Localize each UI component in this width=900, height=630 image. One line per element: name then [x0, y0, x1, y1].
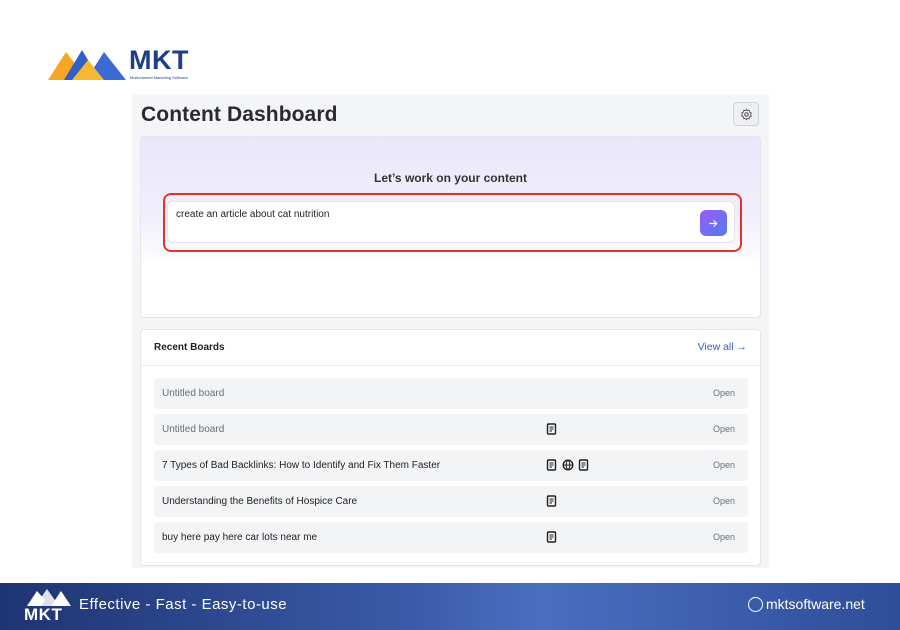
board-content-icons	[546, 495, 558, 507]
footer-wordmark: MKT	[24, 605, 63, 624]
prompt-input-container	[167, 201, 735, 243]
recent-boards-title: Recent Boards	[154, 342, 225, 353]
send-button[interactable]	[700, 210, 727, 236]
footer-slogan: Effective - Fast - Easy-to-use	[79, 596, 288, 613]
page-title: Content Dashboard	[141, 103, 338, 126]
brand-wordmark: MKT	[129, 45, 189, 75]
brand-tagline: Multichannel Marketing Software	[130, 75, 189, 80]
board-row[interactable]: Untitled board Open	[154, 378, 748, 409]
footer-website: mktsoftware.net	[748, 596, 865, 612]
board-content-icons	[546, 459, 590, 471]
open-board-button[interactable]: Open	[713, 460, 735, 470]
open-board-button[interactable]: Open	[713, 424, 735, 434]
footer-banner: MKT Effective - Fast - Easy-to-use mktso…	[0, 583, 900, 630]
prompt-panel: Let’s work on your content	[140, 136, 761, 318]
document-icon	[578, 459, 589, 471]
arrow-right-icon	[709, 219, 718, 227]
board-name: buy here pay here car lots near me	[162, 532, 318, 543]
gear-icon	[740, 108, 752, 120]
settings-button[interactable]	[733, 102, 759, 126]
document-icon	[546, 459, 557, 471]
board-content-icons	[546, 531, 558, 543]
view-all-link[interactable]: View all →	[698, 341, 747, 353]
mkt-logo-mark-icon	[48, 50, 126, 80]
open-board-button[interactable]: Open	[713, 532, 735, 542]
prompt-heading: Let’s work on your content	[374, 171, 527, 185]
board-row[interactable]: Untitled board Open	[154, 414, 748, 445]
board-name: Untitled board	[162, 388, 225, 399]
open-board-button[interactable]: Open	[713, 496, 735, 506]
board-name: 7 Types of Bad Backlinks: How to Identif…	[162, 460, 441, 471]
globe-icon	[562, 459, 574, 471]
board-name: Untitled board	[162, 424, 225, 435]
board-row[interactable]: Understanding the Benefits of Hospice Ca…	[154, 486, 748, 517]
board-content-icons	[546, 423, 558, 435]
document-icon	[546, 531, 557, 543]
document-icon	[546, 423, 557, 435]
brand-logo: MKT Multichannel Marketing Software	[46, 44, 211, 84]
board-row[interactable]: buy here pay here car lots near me Open	[154, 522, 748, 553]
board-row[interactable]: 7 Types of Bad Backlinks: How to Identif…	[154, 450, 748, 481]
content-dashboard-window: Content Dashboard Let’s work on your con…	[132, 94, 769, 568]
footer-website-text: mktsoftware.net	[766, 596, 865, 612]
recent-boards-panel: Recent Boards View all → Untitled board …	[140, 329, 761, 566]
document-icon	[546, 495, 557, 507]
open-board-button[interactable]: Open	[713, 388, 735, 398]
recent-boards-header: Recent Boards View all →	[141, 330, 760, 366]
globe-icon	[748, 596, 763, 612]
prompt-input[interactable]	[176, 209, 686, 220]
board-name: Understanding the Benefits of Hospice Ca…	[162, 496, 358, 507]
